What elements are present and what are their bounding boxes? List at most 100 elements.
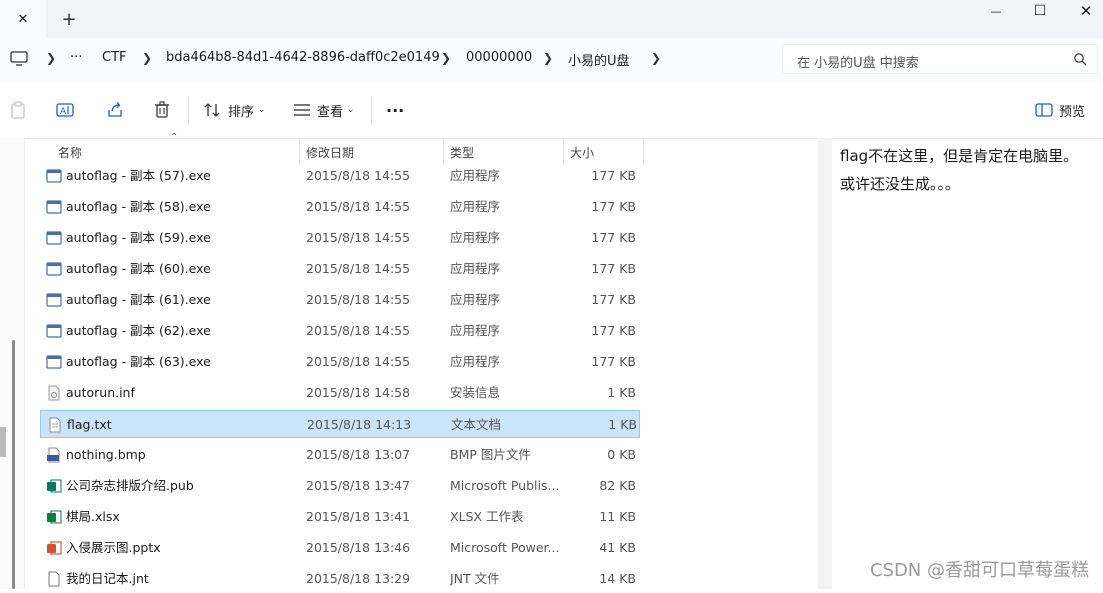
file-size: 1 KB bbox=[607, 385, 636, 400]
file-row[interactable]: 公司杂志排版介绍.pub 2015/8/18 13:47 Microsoft Pub… bbox=[40, 472, 640, 500]
file-size: 11 KB bbox=[599, 509, 636, 524]
file-row[interactable]: autorun.inf 2015/8/18 14:58 安装信息 1 KB bbox=[40, 379, 640, 407]
chevron-right-icon[interactable]: ❯ bbox=[142, 51, 152, 65]
file-size: 177 KB bbox=[591, 230, 636, 245]
column-divider[interactable] bbox=[643, 140, 644, 164]
sort-button[interactable]: 排序 ⌄ bbox=[204, 100, 266, 120]
breadcrumb-guid[interactable]: bda464b8-84d1-4642-8896-daff0c2e0149 bbox=[166, 50, 440, 65]
new-tab-button[interactable]: + bbox=[56, 6, 82, 32]
preview-pane-button[interactable]: 预览 bbox=[1035, 100, 1085, 120]
close-tab-icon[interactable]: ✕ bbox=[18, 12, 29, 27]
search-box[interactable]: 在 小易的U盘 中搜索 bbox=[782, 44, 1098, 74]
computer-icon[interactable] bbox=[10, 51, 28, 67]
column-divider[interactable] bbox=[443, 140, 444, 164]
file-size: 0 KB bbox=[607, 447, 636, 462]
file-row[interactable]: autoflag - 副本 (57).exe 2015/8/18 14:55 应用程… bbox=[40, 162, 640, 190]
watermark: CSDN @香甜可口草莓蛋糕 bbox=[869, 560, 1089, 581]
column-header-date[interactable]: 修改日期 bbox=[306, 140, 436, 164]
file-name: autoflag - 副本 (61).exe bbox=[66, 292, 211, 307]
file-row[interactable]: autoflag - 副本 (58).exe 2015/8/18 14:55 应用程… bbox=[40, 193, 640, 221]
chevron-right-icon[interactable]: ❯ bbox=[651, 51, 661, 65]
file-name: autoflag - 副本 (59).exe bbox=[66, 230, 211, 245]
file-date: 2015/8/18 14:55 bbox=[306, 261, 411, 276]
svg-text:A: A bbox=[60, 107, 67, 117]
view-icon bbox=[294, 104, 310, 116]
file-type: 应用程序 bbox=[450, 230, 501, 245]
exe-icon bbox=[46, 293, 62, 307]
file-date: 2015/8/18 14:55 bbox=[306, 168, 411, 183]
file-row[interactable]: flag.txt 2015/8/18 14:13 文本文档 1 KB bbox=[40, 410, 640, 438]
file-row[interactable]: autoflag - 副本 (61).exe 2015/8/18 14:55 应用程… bbox=[40, 286, 640, 314]
exe-icon bbox=[46, 231, 62, 245]
file-name: 棋局.xlsx bbox=[66, 509, 120, 524]
pub-icon bbox=[47, 479, 62, 493]
tab-bar: ✕ + — ☐ ✕ bbox=[0, 0, 1103, 38]
file-type: 应用程序 bbox=[450, 261, 501, 276]
file-type: 应用程序 bbox=[450, 292, 501, 307]
search-icon[interactable] bbox=[1073, 52, 1087, 66]
search-input[interactable]: 在 小易的U盘 中搜索 bbox=[797, 52, 919, 71]
file-name: nothing.bmp bbox=[66, 447, 146, 462]
more-options-button[interactable]: ··· bbox=[386, 100, 404, 120]
file-name: 入侵展示图.pptx bbox=[66, 540, 161, 555]
preview-splitter[interactable] bbox=[818, 138, 832, 589]
file-row[interactable]: autoflag - 副本 (59).exe 2015/8/18 14:55 应用程… bbox=[40, 224, 640, 252]
chevron-right-icon[interactable]: ❯ bbox=[441, 51, 451, 65]
file-size: 1 KB bbox=[608, 417, 637, 432]
file-size: 177 KB bbox=[591, 354, 636, 369]
column-header-type[interactable]: 类型 bbox=[450, 140, 560, 164]
file-size: 177 KB bbox=[591, 323, 636, 338]
rename-icon[interactable]: A bbox=[56, 101, 74, 119]
file-type: BMP 图片文件 bbox=[450, 447, 531, 462]
breadcrumb-00000000[interactable]: 00000000 bbox=[466, 50, 532, 65]
file-type: XLSX 工作表 bbox=[450, 509, 524, 524]
share-icon[interactable] bbox=[106, 101, 124, 119]
nav-scrollbar-thumb[interactable] bbox=[0, 427, 6, 457]
file-date: 2015/8/18 13:46 bbox=[306, 540, 411, 555]
column-divider[interactable] bbox=[563, 140, 564, 164]
file-row[interactable]: autoflag - 副本 (60).exe 2015/8/18 14:55 应用程… bbox=[40, 255, 640, 283]
column-header-name[interactable]: 名称 bbox=[58, 140, 288, 164]
minimize-button[interactable]: — bbox=[973, 0, 1019, 22]
pptx-icon bbox=[47, 541, 62, 555]
file-row[interactable]: 棋局.xlsx 2015/8/18 13:41 XLSX 工作表 11 KB bbox=[40, 503, 640, 531]
txt-icon bbox=[49, 417, 61, 433]
delete-icon[interactable] bbox=[154, 101, 170, 119]
breadcrumb-usb[interactable]: 小易的U盘 bbox=[568, 50, 630, 69]
chevron-right-icon[interactable]: ❯ bbox=[46, 51, 56, 65]
file-date: 2015/8/18 14:55 bbox=[306, 354, 411, 369]
exe-icon bbox=[46, 169, 62, 183]
bmp-icon bbox=[47, 447, 60, 463]
exe-icon bbox=[46, 262, 62, 276]
column-divider[interactable] bbox=[299, 140, 300, 164]
breadcrumb-ctf[interactable]: CTF bbox=[102, 50, 127, 65]
file-date: 2015/8/18 14:55 bbox=[306, 199, 411, 214]
chevron-right-icon[interactable]: ❯ bbox=[543, 51, 553, 65]
file-size: 177 KB bbox=[591, 292, 636, 307]
close-window-button[interactable]: ✕ bbox=[1063, 0, 1103, 22]
file-date: 2015/8/18 14:55 bbox=[306, 323, 411, 338]
file-row[interactable]: autoflag - 副本 (63).exe 2015/8/18 14:55 应用程… bbox=[40, 348, 640, 376]
paste-icon[interactable] bbox=[10, 101, 26, 119]
exe-icon bbox=[46, 355, 62, 369]
column-header-size[interactable]: 大小 bbox=[570, 140, 640, 164]
maximize-button[interactable]: ☐ bbox=[1017, 0, 1063, 22]
view-label: 查看 bbox=[317, 104, 344, 120]
breadcrumb-more[interactable]: ··· bbox=[70, 50, 82, 65]
tab-active[interactable]: ✕ bbox=[0, 0, 46, 38]
file-type: 应用程序 bbox=[450, 168, 501, 183]
file-type: 文本文档 bbox=[451, 417, 502, 432]
file-row[interactable]: nothing.bmp 2015/8/18 13:07 BMP 图片文件 0 KB bbox=[40, 441, 640, 469]
nav-scrollbar[interactable] bbox=[12, 340, 15, 589]
preview-text-line: flag不在这里，但是肯定在电脑里。 bbox=[840, 147, 1079, 165]
file-size: 82 KB bbox=[599, 478, 636, 493]
chevron-down-icon: ⌄ bbox=[347, 105, 355, 115]
file-size: 41 KB bbox=[599, 540, 636, 555]
file-row[interactable]: autoflag - 副本 (62).exe 2015/8/18 14:55 应用程… bbox=[40, 317, 640, 345]
file-name: 公司杂志排版介绍.pub bbox=[66, 478, 194, 493]
exe-icon bbox=[46, 324, 62, 338]
file-date: 2015/8/18 14:58 bbox=[306, 385, 411, 400]
file-row[interactable]: 入侵展示图.pptx 2015/8/18 13:46 Microsoft Power… bbox=[40, 534, 640, 562]
view-button[interactable]: 查看 ⌄ bbox=[293, 100, 355, 120]
file-date: 2015/8/18 13:41 bbox=[306, 509, 411, 524]
